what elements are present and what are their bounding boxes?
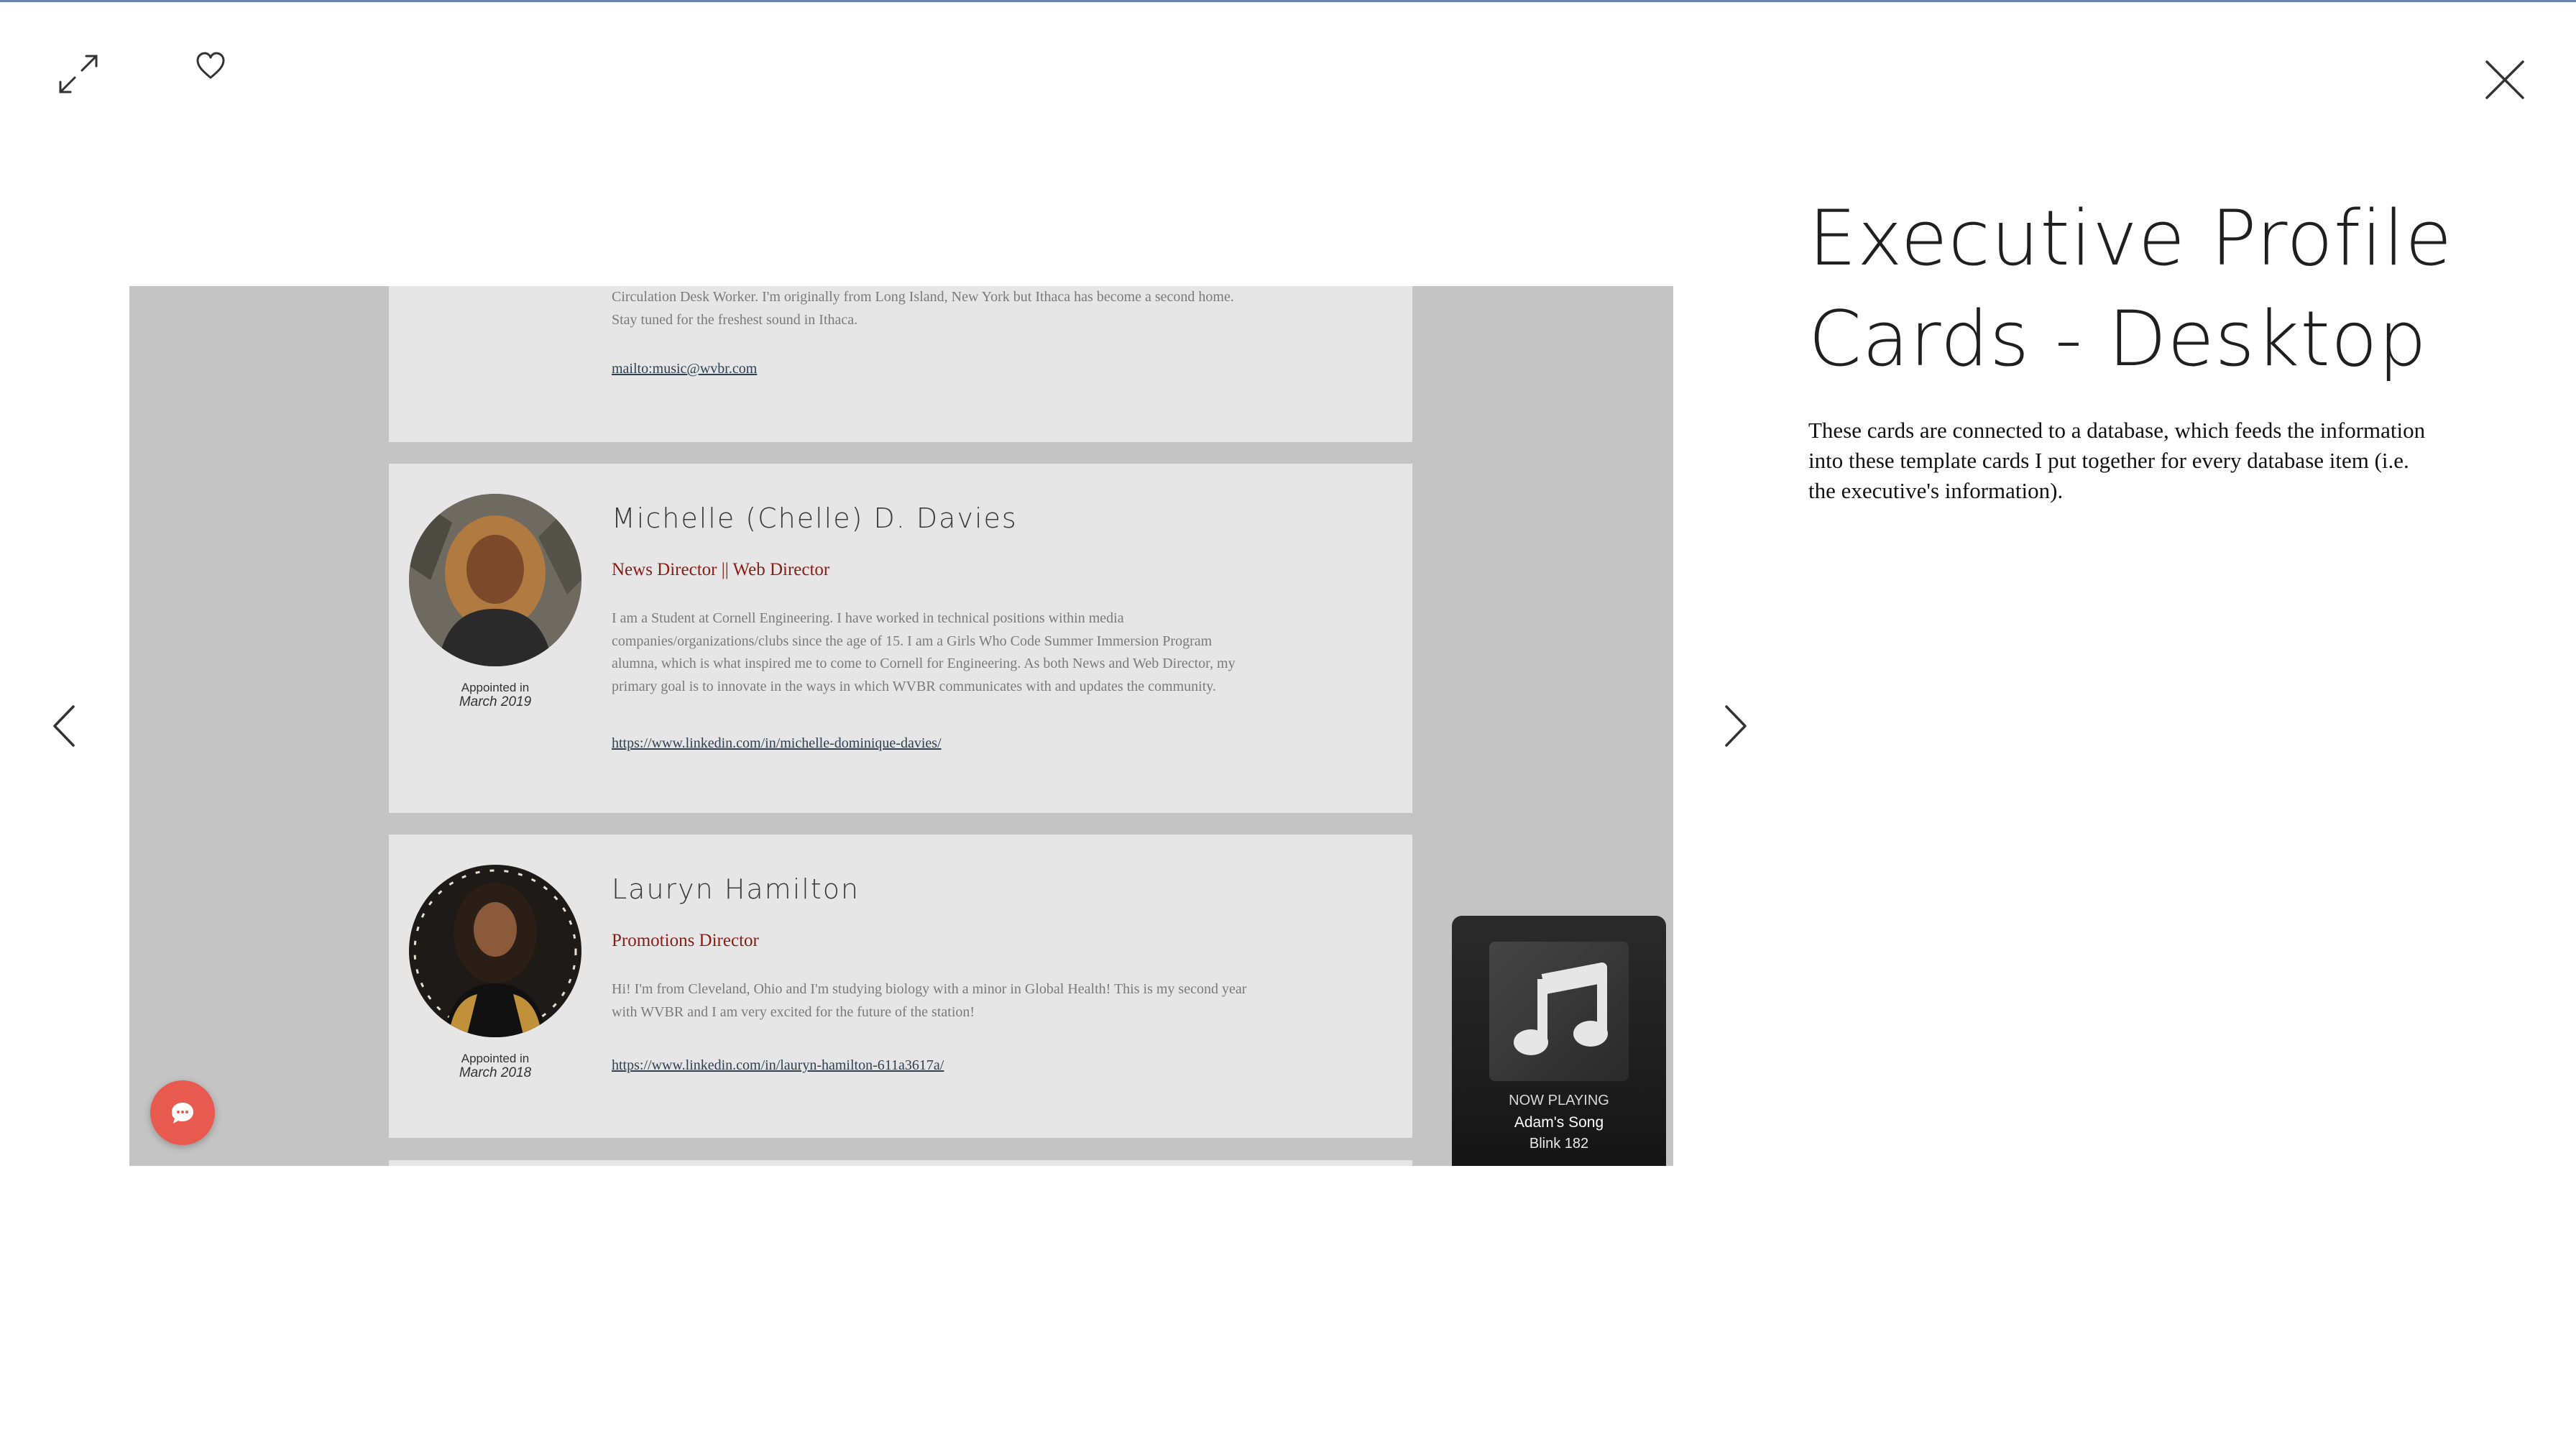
linkedin-link[interactable]: https://www.linkedin.com/in/lauryn-hamil… xyxy=(612,1057,944,1074)
now-playing-label: NOW PLAYING xyxy=(1509,1093,1609,1108)
heart-icon[interactable] xyxy=(196,52,226,81)
project-description: These cards are connected to a database,… xyxy=(1808,418,2426,503)
expand-arrows-icon[interactable] xyxy=(56,52,101,96)
bio-line: Stay tuned for the freshest sound in Ith… xyxy=(612,311,858,328)
project-image-viewer[interactable]: Circulation Desk Worker. I'm originally … xyxy=(129,286,1673,1166)
profile-role: Promotions Director xyxy=(612,931,759,950)
profile-name: Lauryn Hamilton xyxy=(612,873,860,905)
appointed-label: Appointed in xyxy=(461,1052,530,1065)
album-art xyxy=(1489,942,1629,1081)
profile-card: Appointed in March 2018 Lauryn Hamilton … xyxy=(389,835,1412,1138)
appointed-info: Appointed in March 2019 xyxy=(409,681,581,709)
chat-button[interactable] xyxy=(150,1080,215,1145)
music-note-icon xyxy=(1505,957,1613,1065)
chat-bubble-icon xyxy=(170,1100,196,1126)
card-bio: I am a Student at Cornell Engineering. I… xyxy=(612,607,1330,698)
bio-line: alumna, which is what inspired me to com… xyxy=(612,656,1236,671)
top-accent-line xyxy=(0,0,2576,2)
chevron-right-icon[interactable] xyxy=(1724,704,1748,748)
profile-card-partial xyxy=(389,1160,1412,1166)
appointed-date: March 2019 xyxy=(459,694,532,709)
appointed-date: March 2018 xyxy=(459,1065,532,1080)
appointed-label: Appointed in xyxy=(461,681,530,694)
bio-line: Hi! I'm from Cleveland, Ohio and I'm stu… xyxy=(612,981,1247,997)
close-x-icon[interactable] xyxy=(2485,60,2524,99)
appointed-info: Appointed in March 2018 xyxy=(409,1052,581,1080)
avatar xyxy=(409,494,581,666)
card-bio: Hi! I'm from Cleveland, Ohio and I'm stu… xyxy=(612,978,1330,1024)
card-bio: Circulation Desk Worker. I'm originally … xyxy=(612,286,1330,331)
project-title: Executive Profile Cards - Desktop xyxy=(1808,188,2455,390)
chevron-left-icon[interactable] xyxy=(52,704,76,748)
title-line: Executive Profile xyxy=(1808,194,2453,282)
bio-line: primary goal is to innovate in the ways … xyxy=(612,678,1216,694)
artist-name: Blink 182 xyxy=(1529,1136,1589,1152)
bio-line: Circulation Desk Worker. I'm originally … xyxy=(612,289,1234,305)
bio-line: I am a Student at Cornell Engineering. I… xyxy=(612,610,1124,626)
email-link[interactable]: mailto:music@wvbr.com xyxy=(612,361,757,377)
song-title: Adam's Song xyxy=(1514,1114,1604,1131)
profile-card: Appointed in March 2019 Michelle (Chelle… xyxy=(389,464,1412,813)
avatar xyxy=(409,865,581,1037)
bio-line: with WVBR and I am very excited for the … xyxy=(612,1003,975,1020)
linkedin-link[interactable]: https://www.linkedin.com/in/michelle-dom… xyxy=(612,735,942,752)
bio-line: companies/organizations/clubs since the … xyxy=(612,633,1213,649)
title-line: Cards - Desktop xyxy=(1808,295,2427,383)
profile-role: News Director || Web Director xyxy=(612,560,830,579)
profile-name: Michelle (Chelle) D. Davies xyxy=(612,502,1018,534)
now-playing-widget[interactable]: NOW PLAYING Adam's Song Blink 182 xyxy=(1452,916,1666,1166)
profile-card-partial: Circulation Desk Worker. I'm originally … xyxy=(389,286,1412,442)
